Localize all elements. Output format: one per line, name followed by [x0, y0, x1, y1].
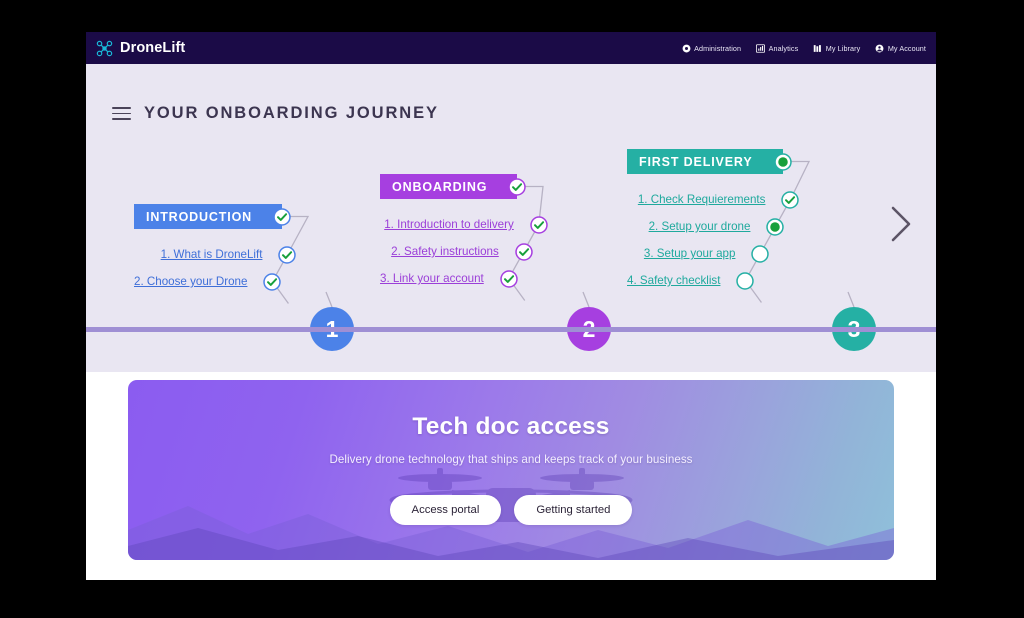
top-nav-items: Administration Analytics My Library My A…	[682, 44, 928, 53]
step-item-marker	[781, 190, 800, 209]
step-item-link[interactable]: 2. Choose your Drone	[134, 275, 247, 288]
step-item-marker	[751, 244, 770, 263]
step-item-marker	[529, 215, 548, 234]
step-item-marker	[736, 271, 755, 290]
pending-step-circle-icon	[736, 271, 755, 290]
step-badge-wrap: FIRST DELIVERY	[627, 149, 792, 174]
nav-label: Administration	[694, 43, 742, 53]
books-icon	[814, 44, 822, 52]
onboarding-journey-panel: YOUR ONBOARDING JOURNEY INTRODUCTION 1. W…	[86, 64, 936, 372]
step-item-row: 1. Check Requierements	[627, 186, 800, 213]
check-complete-icon	[515, 242, 533, 261]
app-window: DroneLift Administration Analytics My Li…	[86, 32, 936, 580]
page-title: YOUR ONBOARDING JOURNEY	[144, 104, 439, 122]
step-item-marker	[499, 269, 518, 288]
step-item-link[interactable]: 1. Introduction to delivery	[384, 218, 514, 231]
page-title-row: YOUR ONBOARDING JOURNEY	[112, 104, 439, 123]
journey-timeline-rail	[86, 327, 936, 332]
step-item-link[interactable]: 2. Setup your drone	[649, 220, 751, 233]
step-item-row: 3. Link your account	[380, 265, 539, 292]
top-navigation-bar: DroneLift Administration Analytics My Li…	[86, 32, 936, 64]
step-badge-marker	[773, 152, 792, 171]
pending-step-circle-icon	[751, 244, 770, 263]
nav-label: My Account	[887, 43, 926, 53]
check-complete-icon	[263, 272, 282, 291]
hero-content: Tech doc access Delivery drone technolog…	[128, 380, 894, 560]
step-item-list: 1. What is DroneLift 2. Choose your Drone	[134, 241, 297, 295]
step-item-link[interactable]: 1. What is DroneLift	[161, 248, 263, 261]
tech-doc-hero-banner: Tech doc access Delivery drone technolog…	[128, 380, 894, 560]
step-badge-marker	[508, 177, 527, 196]
nav-item-analytics[interactable]: Analytics	[756, 44, 798, 53]
access-portal-button[interactable]: Access portal	[389, 495, 502, 525]
nav-item-administration[interactable]: Administration	[682, 44, 741, 53]
step-badge-label[interactable]: ONBOARDING	[380, 174, 518, 199]
check-complete-icon	[273, 207, 291, 226]
step-number-connector	[847, 291, 855, 308]
current-step-dot-icon	[773, 152, 792, 171]
step-item-marker	[278, 245, 297, 264]
step-item-row: 4. Safety checklist	[627, 267, 790, 294]
nav-item-my-library[interactable]: My Library	[813, 44, 860, 53]
hamburger-menu-icon[interactable]	[112, 107, 131, 120]
step-badge-label[interactable]: INTRODUCTION	[134, 204, 283, 229]
getting-started-button[interactable]: Getting started	[514, 495, 633, 525]
step-badge-wrap: INTRODUCTION	[134, 204, 291, 229]
hero-area: Tech doc access Delivery drone technolog…	[86, 372, 936, 580]
journey-step-2: ONBOARDING 1. Introduction to delivery 2. …	[380, 174, 548, 292]
step-item-link[interactable]: 2. Safety instructions	[391, 245, 499, 258]
check-complete-icon	[508, 177, 527, 196]
step-number-connector	[582, 291, 590, 308]
step-item-link[interactable]: 3. Setup your app	[644, 247, 736, 260]
current-step-dot-icon	[766, 217, 785, 236]
drone-icon	[96, 40, 113, 56]
check-complete-icon	[500, 269, 518, 288]
step-badge-label[interactable]: FIRST DELIVERY	[627, 149, 783, 174]
check-complete-icon	[781, 190, 800, 209]
step-item-marker	[514, 242, 533, 261]
nav-item-my-account[interactable]: My Account	[875, 44, 926, 53]
user-circle-icon	[875, 44, 884, 52]
check-complete-icon	[530, 215, 548, 234]
chevron-right-icon[interactable]	[888, 204, 914, 244]
step-item-row: 1. Introduction to delivery	[380, 211, 548, 238]
step-item-link[interactable]: 3. Link your account	[380, 272, 484, 285]
step-item-marker	[766, 217, 785, 236]
step-item-marker	[263, 272, 282, 291]
journey-step-1: INTRODUCTION 1. What is DroneLift 2. Choos…	[134, 204, 297, 295]
brand-name: DroneLift	[120, 40, 186, 56]
step-item-list: 1. Introduction to delivery 2. Safety ins…	[380, 211, 548, 292]
step-badge-wrap: ONBOARDING	[380, 174, 527, 199]
step-item-row: 1. What is DroneLift	[134, 241, 297, 268]
hero-buttons: Access portal Getting started	[389, 495, 633, 525]
step-item-link[interactable]: 4. Safety checklist	[627, 274, 720, 287]
brand-logo[interactable]: DroneLift	[96, 40, 185, 57]
step-item-link[interactable]: 1. Check Requierements	[638, 193, 766, 206]
step-item-row: 2. Choose your Drone	[134, 268, 287, 295]
nav-label: Analytics	[768, 43, 799, 53]
hero-title: Tech doc access	[412, 413, 610, 440]
step-number-connector	[325, 291, 333, 308]
hero-subtitle: Delivery drone technology that ships and…	[329, 453, 693, 466]
bar-chart-icon	[756, 43, 766, 53]
gear-icon	[682, 44, 691, 52]
step-badge-marker	[273, 207, 292, 226]
nav-label: My Library	[825, 43, 861, 53]
check-complete-icon	[278, 245, 297, 264]
step-item-row: 2. Setup your drone	[627, 213, 790, 240]
journey-step-3: FIRST DELIVERY 1. Check Requierements 2. S…	[627, 149, 800, 294]
step-item-row: 2. Safety instructions	[380, 238, 539, 265]
step-item-list: 1. Check Requierements 2. Setup your dron…	[627, 186, 800, 294]
step-item-row: 3. Setup your app	[627, 240, 790, 267]
